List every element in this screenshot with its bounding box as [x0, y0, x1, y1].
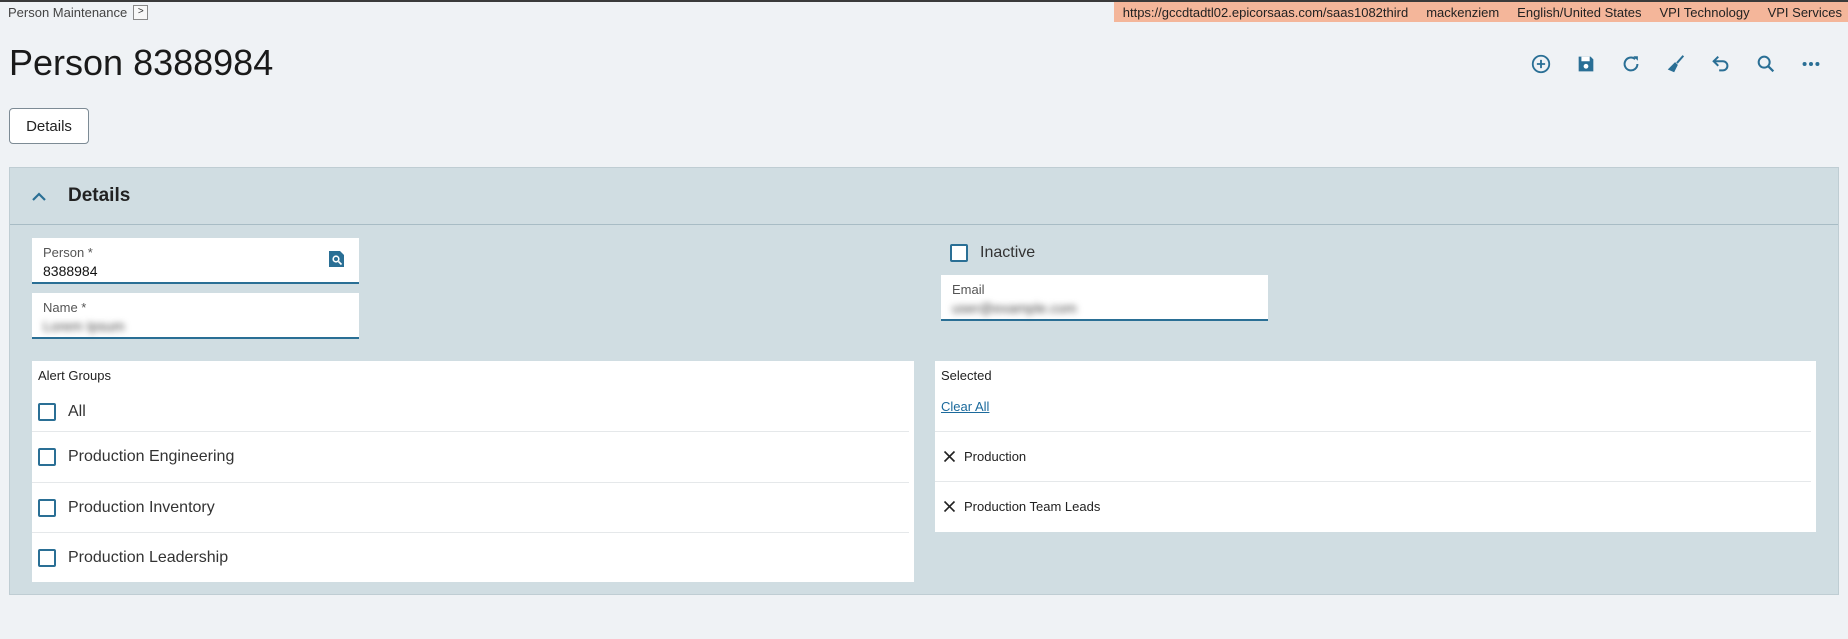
breadcrumb-expand-button[interactable]: >: [133, 5, 149, 20]
selected-item: Production Team Leads: [935, 481, 1811, 531]
alert-group-checkbox[interactable]: [38, 498, 56, 517]
breadcrumb-label[interactable]: Person Maintenance: [8, 5, 127, 20]
search-icon[interactable]: [1754, 52, 1777, 75]
alert-groups-list: Alert Groups All Production Engineering …: [32, 361, 914, 582]
alert-groups-all-option[interactable]: All: [38, 403, 86, 421]
selected-item: Production: [935, 431, 1811, 481]
alert-group-checkbox[interactable]: [38, 548, 56, 567]
name-field-value[interactable]: Lorem Ipsum: [43, 318, 125, 334]
toolbar: [1529, 52, 1822, 75]
chevron-up-icon[interactable]: [30, 188, 48, 206]
selected-title: Selected: [941, 368, 992, 383]
details-panel: Details Person * 8388984 Name * Lorem Ip…: [9, 167, 1839, 595]
alert-group-label: Production Engineering: [68, 447, 235, 465]
env-url: https://gccdtadtl02.epicorsaas.com/saas1…: [1122, 4, 1409, 20]
email-field-label: Email: [952, 282, 985, 297]
breadcrumb: Person Maintenance >: [8, 5, 149, 20]
page-title: Person 8388984: [9, 42, 274, 83]
env-user[interactable]: mackenziem: [1426, 5, 1499, 20]
alert-group-item[interactable]: Production Engineering: [32, 431, 909, 481]
save-icon[interactable]: [1574, 52, 1597, 75]
person-field-value[interactable]: 8388984: [43, 263, 98, 279]
environment-bar: https://gccdtadtl02.epicorsaas.com/saas1…: [1113, 2, 1848, 22]
email-field[interactable]: Email user@example.com: [941, 275, 1268, 321]
selected-item-label: Production: [964, 449, 1027, 464]
env-company[interactable]: VPI Technology: [1659, 5, 1749, 20]
clear-all-link[interactable]: Clear All: [941, 399, 989, 414]
remove-icon[interactable]: [943, 500, 956, 513]
details-panel-header[interactable]: Details: [10, 168, 1838, 225]
tab-details[interactable]: Details: [9, 108, 89, 144]
all-checkbox[interactable]: [38, 403, 56, 421]
selected-item-label: Production Team Leads: [964, 499, 1101, 514]
inactive-toggle[interactable]: Inactive: [950, 244, 1035, 262]
person-lookup-icon[interactable]: [328, 250, 345, 268]
add-new-icon[interactable]: [1529, 52, 1552, 75]
details-panel-title: Details: [68, 185, 131, 206]
person-field[interactable]: Person * 8388984: [32, 238, 359, 284]
inactive-label: Inactive: [980, 244, 1036, 261]
name-field[interactable]: Name * Lorem Ipsum: [32, 293, 359, 339]
remove-icon[interactable]: [943, 450, 956, 463]
undo-icon[interactable]: [1709, 52, 1732, 75]
more-icon[interactable]: [1799, 52, 1822, 75]
inactive-checkbox[interactable]: [950, 244, 968, 262]
alert-groups-title: Alert Groups: [38, 368, 111, 383]
clear-icon[interactable]: [1664, 52, 1687, 75]
name-field-label: Name *: [43, 300, 87, 315]
alert-group-label: Production Inventory: [68, 498, 215, 516]
refresh-icon[interactable]: [1619, 52, 1642, 75]
email-field-value[interactable]: user@example.com: [952, 300, 1077, 316]
person-field-label: Person *: [43, 245, 93, 260]
env-site[interactable]: VPI Services: [1768, 5, 1842, 20]
alert-group-item[interactable]: Production Leadership: [32, 532, 909, 582]
alert-group-checkbox[interactable]: [38, 447, 56, 466]
alert-group-label: Production Leadership: [68, 548, 229, 566]
selected-list: Selected Clear All Production Production…: [935, 361, 1816, 532]
all-label: All: [68, 403, 86, 420]
alert-group-item[interactable]: Production Inventory: [32, 482, 909, 532]
env-locale[interactable]: English/United States: [1517, 5, 1641, 20]
